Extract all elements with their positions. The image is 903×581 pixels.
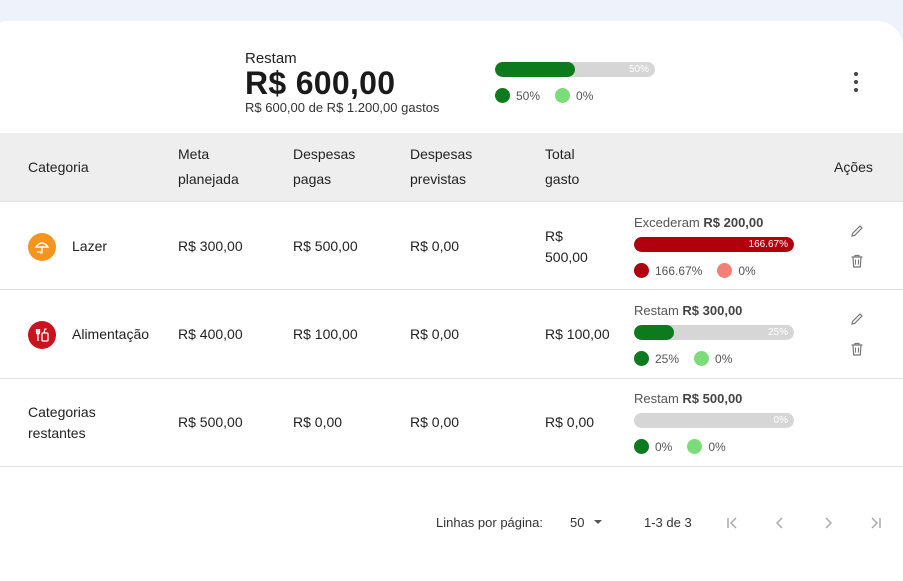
legend-text: 0% — [576, 88, 594, 103]
legend-dot — [495, 88, 510, 103]
legend-dot — [717, 263, 733, 278]
last-page-icon[interactable] — [864, 511, 888, 535]
meta-value: R$ 400,00 — [178, 326, 243, 342]
pagas-value: R$ 0,00 — [293, 414, 343, 430]
legend-item: 50% — [495, 88, 540, 103]
legend-dot — [555, 88, 571, 103]
legend-text: 0% — [708, 439, 726, 454]
summary-progress-fill — [495, 62, 575, 77]
legend-item: 0% — [555, 88, 593, 103]
pagas-value: R$ 100,00 — [293, 326, 358, 342]
summary-amount: R$ 600,00 — [245, 65, 396, 101]
delete-trash-icon[interactable] — [848, 340, 866, 358]
category-progress-label: 0% — [773, 415, 788, 426]
next-page-icon[interactable] — [816, 511, 840, 535]
legend-dot — [634, 263, 649, 278]
food-icon — [28, 321, 56, 349]
table-header: Categoria Meta planejada Despesas pagas De… — [0, 133, 903, 202]
total-value: R$ 500,00 — [545, 228, 588, 265]
edit-pencil-icon[interactable] — [848, 222, 866, 240]
summary-subtitle: R$ 600,00 de R$ 1.200,00 gastos — [245, 100, 440, 115]
header-total-gasto: Total gasto — [545, 146, 580, 187]
edit-pencil-icon[interactable] — [848, 310, 866, 328]
category-progress-bar: 25% — [634, 325, 794, 340]
budget-summary: Restam R$ 600,00 R$ 600,00 de R$ 1.200,0… — [0, 21, 903, 133]
pagination: Linhas por página: 50 1-3 de 3 — [0, 511, 903, 535]
table-row: Categorias restantes R$ 500,00 R$ 0,00 R$… — [0, 379, 903, 467]
budget-card: Restam R$ 600,00 R$ 600,00 de R$ 1.200,0… — [0, 21, 903, 581]
total-value: R$ 100,00 — [545, 326, 610, 342]
status-label: Restam R$ 300,00 — [634, 303, 743, 318]
category-name: Alimentação — [72, 326, 150, 342]
category-legend: 0% 0% — [634, 439, 741, 454]
category-progress-label: 166.67% — [748, 239, 788, 250]
table-row: Lazer R$ 300,00 R$ 500,00 R$ 0,00 R$ 500,… — [0, 202, 903, 290]
legend-text: 0% — [655, 439, 673, 454]
header-despesas-previstas: Despesas previstas — [410, 146, 473, 187]
status-label: Restam R$ 500,00 — [634, 391, 743, 406]
header-despesas-pagas: Despesas pagas — [293, 146, 356, 187]
summary-progress-bar: 50% — [495, 62, 655, 77]
category-legend: 166.67% 0% — [634, 263, 771, 278]
category-progress-bar: 166.67% — [634, 237, 794, 252]
rows-per-page-value: 50 — [570, 514, 585, 530]
umbrella-icon — [28, 233, 56, 261]
first-page-icon[interactable] — [720, 511, 744, 535]
summary-legend: 50% 0% — [495, 88, 608, 103]
legend-text: 25% — [655, 351, 680, 366]
legend-dot — [634, 351, 649, 366]
chevron-down-icon — [594, 520, 603, 524]
pagination-range: 1-3 de 3 — [644, 515, 692, 530]
meta-value: R$ 500,00 — [178, 414, 243, 430]
previstas-value: R$ 0,00 — [410, 414, 460, 430]
legend-text: 0% — [715, 351, 733, 366]
previous-page-icon[interactable] — [768, 511, 792, 535]
meta-value: R$ 300,00 — [178, 238, 243, 254]
delete-trash-icon[interactable] — [848, 252, 866, 270]
legend-dot — [687, 439, 703, 454]
legend-text: 0% — [738, 263, 756, 278]
category-legend: 25% 0% — [634, 351, 747, 366]
legend-dot — [634, 439, 649, 454]
category-progress-fill — [634, 325, 674, 340]
category-progress-label: 25% — [767, 327, 788, 338]
legend-text: 166.67% — [655, 263, 703, 278]
category-name: Categorias restantes — [28, 404, 96, 441]
header-acoes: Ações — [834, 159, 873, 175]
header-categoria: Categoria — [28, 159, 89, 175]
category-progress-bar: 0% — [634, 413, 794, 428]
category-name: Lazer — [72, 238, 108, 254]
table-row: Alimentação R$ 400,00 R$ 100,00 R$ 0,00 … — [0, 290, 903, 379]
previstas-value: R$ 0,00 — [410, 238, 460, 254]
summary-progress-label: 50% — [628, 64, 649, 75]
legend-dot — [694, 351, 710, 366]
pagas-value: R$ 500,00 — [293, 238, 358, 254]
total-value: R$ 0,00 — [545, 414, 595, 430]
legend-text: 50% — [516, 88, 541, 103]
header-meta: Meta planejada — [178, 146, 239, 187]
more-options-icon[interactable] — [848, 72, 864, 92]
rows-per-page-label: Linhas por página: — [436, 515, 543, 530]
status-label: Excederam R$ 200,00 — [634, 215, 764, 230]
rows-per-page-select[interactable]: 50 — [570, 514, 606, 530]
previstas-value: R$ 0,00 — [410, 326, 460, 342]
